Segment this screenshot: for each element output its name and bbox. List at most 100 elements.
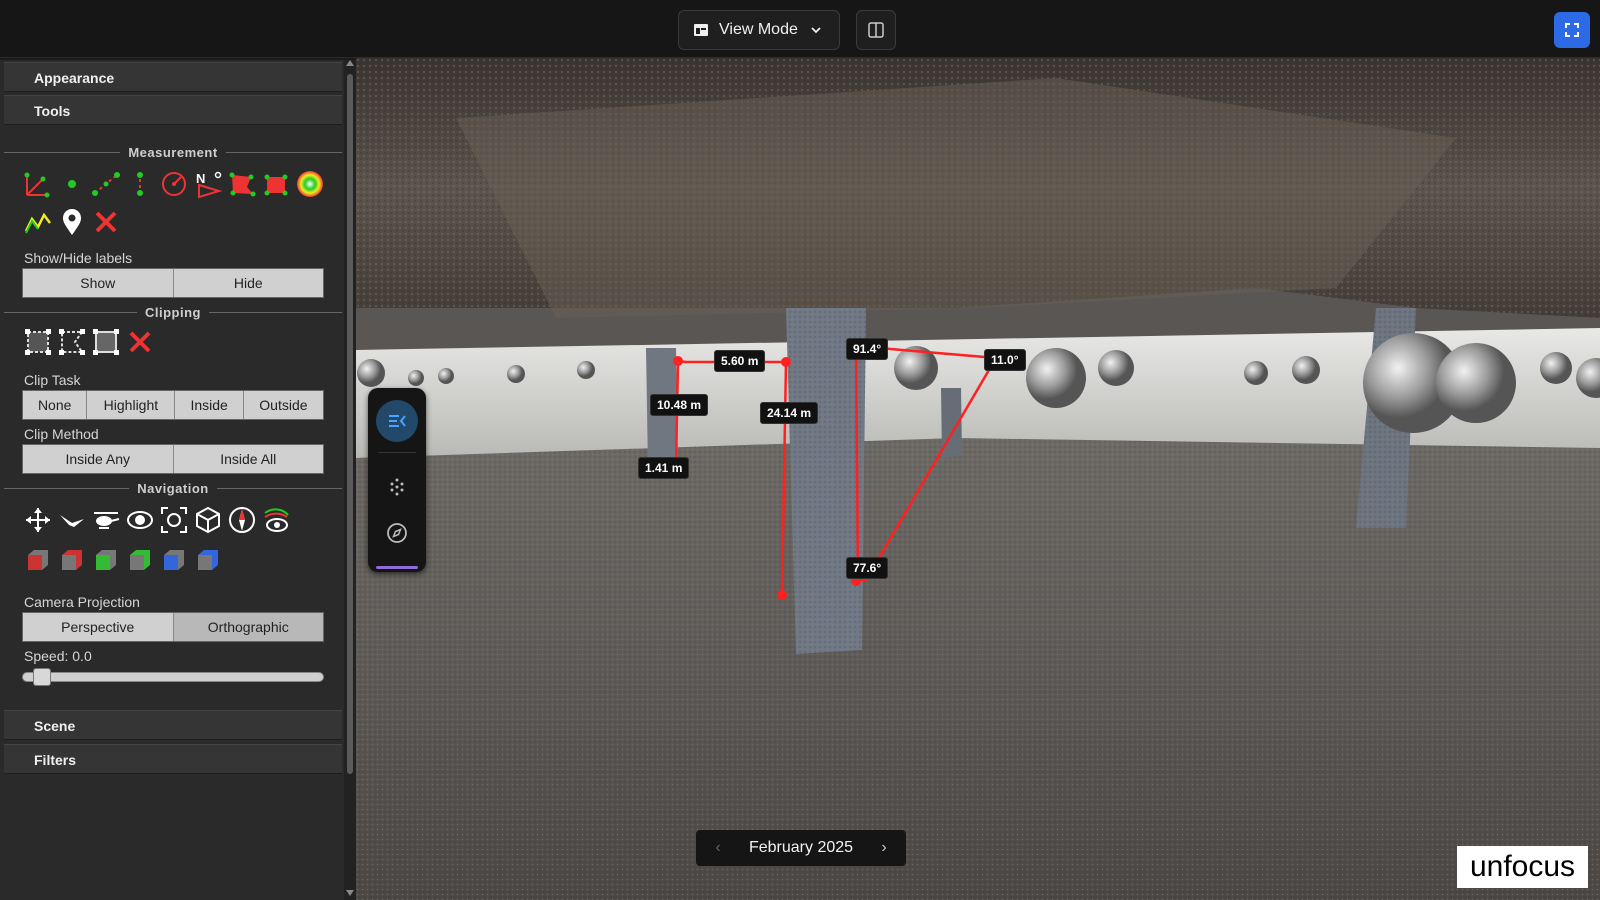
distance-icon[interactable] [90, 168, 122, 200]
area-icon[interactable] [226, 168, 258, 200]
navigation-tools-row-2 [22, 544, 224, 576]
split-view-button[interactable] [856, 10, 896, 50]
chevron-down-icon [811, 27, 821, 34]
point-cloud-viewport[interactable]: 5.60 m 10.48 m 24.14 m 1.41 m 91.4° 11.0… [356, 58, 1600, 900]
tools-section-header[interactable]: Tools [4, 95, 342, 125]
fullscreen-icon [1565, 23, 1579, 37]
perspective-button[interactable]: Perspective [23, 613, 174, 641]
hide-labels-button[interactable]: Hide [173, 269, 323, 297]
annotation-icon[interactable] [56, 206, 88, 238]
measurement-label[interactable]: 91.4° [846, 338, 889, 360]
compass-button[interactable] [384, 520, 410, 546]
show-hide-labels-group: Show Hide [22, 268, 324, 298]
profile-icon[interactable] [22, 206, 54, 238]
measurement-label[interactable]: 1.41 m [638, 457, 690, 479]
navigation-tools-row-1 [22, 504, 292, 536]
clip-task-outside-button[interactable]: Outside [243, 391, 323, 419]
volume-icon[interactable] [260, 168, 292, 200]
speed-slider[interactable] [22, 668, 324, 686]
scroll-up-icon[interactable] [346, 60, 354, 66]
measurement-tools-row-2 [22, 206, 122, 238]
sidebar-scrollbar[interactable] [344, 60, 356, 900]
height-icon[interactable] [124, 168, 156, 200]
top-view-icon[interactable] [158, 544, 190, 576]
measurement-section-title: Measurement [4, 144, 342, 160]
split-view-icon [868, 22, 884, 38]
clip-task-label: Clip Task [24, 372, 81, 388]
appearance-section-header[interactable]: Appearance [4, 62, 342, 92]
clip-polygon-icon[interactable] [56, 326, 88, 358]
compass-icon [387, 523, 407, 543]
compass-icon[interactable] [226, 504, 258, 536]
scroll-down-icon[interactable] [346, 890, 354, 896]
earth-control-icon[interactable] [22, 504, 54, 536]
point-cloud-button[interactable] [384, 474, 410, 500]
view-mode-dropdown[interactable]: View Mode [678, 10, 840, 50]
orthographic-button[interactable]: Orthographic [173, 613, 323, 641]
camera-animation-icon[interactable] [260, 504, 292, 536]
clip-screen-box-icon[interactable] [90, 326, 122, 358]
speed-label: Speed: 0.0 [24, 648, 92, 664]
layout-icon [694, 24, 708, 36]
toolbar-accent-bar [376, 566, 418, 569]
current-date: February 2025 [748, 839, 854, 856]
tools-sidebar: Appearance Tools Measurement N Show/Hide… [0, 60, 356, 900]
camera-projection-group: Perspective Orthographic [22, 612, 324, 642]
speed-slider-handle[interactable] [33, 668, 51, 686]
measurement-label[interactable]: 77.6° [846, 557, 889, 579]
view-mode-label: View Mode [719, 21, 798, 38]
clip-task-none-button[interactable]: None [23, 391, 88, 419]
remove-measurements-icon[interactable] [90, 206, 122, 238]
clip-method-inside-all-button[interactable]: Inside All [173, 445, 323, 473]
point-icon[interactable] [56, 168, 88, 200]
clip-method-inside-any-button[interactable]: Inside Any [23, 445, 174, 473]
navigation-section-title: Navigation [4, 480, 342, 496]
top-bar: View Mode [0, 0, 1600, 58]
measurement-label[interactable]: 11.0° [984, 349, 1026, 371]
toolbar-divider [378, 452, 416, 453]
full-extent-icon[interactable] [158, 504, 190, 536]
measurement-label[interactable]: 5.60 m [714, 350, 766, 372]
measurement-label[interactable]: 24.14 m [760, 402, 819, 424]
right-view-icon[interactable] [56, 544, 88, 576]
clip-task-highlight-button[interactable]: Highlight [87, 391, 176, 419]
remove-clipping-icon[interactable] [124, 326, 156, 358]
fullscreen-button[interactable] [1554, 12, 1590, 48]
date-navigator: ‹ February 2025 › [696, 830, 906, 866]
measurement-tools-row-1: N [22, 168, 326, 200]
camera-projection-label: Camera Projection [24, 594, 140, 610]
unfocus-button[interactable]: unfocus [1457, 846, 1588, 888]
fly-control-icon[interactable] [56, 504, 88, 536]
sphere-volume-icon[interactable] [294, 168, 326, 200]
left-view-icon[interactable] [22, 544, 54, 576]
measurement-label[interactable]: 10.48 m [650, 394, 709, 416]
clip-task-group: None Highlight Inside Outside [22, 390, 324, 420]
scene-section-header[interactable]: Scene [4, 710, 342, 740]
clipping-section-title: Clipping [4, 304, 342, 320]
front-view-icon[interactable] [90, 544, 122, 576]
collapse-panel-button[interactable] [376, 400, 418, 442]
svg-text:N: N [196, 171, 205, 186]
clip-method-group: Inside Any Inside All [22, 444, 324, 474]
clipping-tools-row [22, 326, 156, 358]
scrollbar-thumb[interactable] [347, 74, 353, 774]
point-cloud-scene [356, 58, 1600, 900]
azimuth-icon[interactable]: N [192, 168, 224, 200]
point-cloud-icon [390, 478, 404, 496]
angle-icon[interactable] [22, 168, 54, 200]
previous-date-button[interactable]: ‹ [710, 839, 726, 857]
floating-toolbar [368, 388, 426, 572]
collapse-panel-icon [389, 415, 406, 427]
orbit-control-icon[interactable] [124, 504, 156, 536]
bottom-view-icon[interactable] [192, 544, 224, 576]
clip-volume-icon[interactable] [22, 326, 54, 358]
back-view-icon[interactable] [124, 544, 156, 576]
navigation-cube-icon[interactable] [192, 504, 224, 536]
circle-icon[interactable] [158, 168, 190, 200]
helicopter-control-icon[interactable] [90, 504, 122, 536]
clip-task-inside-button[interactable]: Inside [175, 391, 244, 419]
show-labels-button[interactable]: Show [23, 269, 174, 297]
next-date-button[interactable]: › [876, 839, 892, 857]
filters-section-header[interactable]: Filters [4, 744, 342, 774]
show-hide-labels-label: Show/Hide labels [24, 250, 133, 266]
